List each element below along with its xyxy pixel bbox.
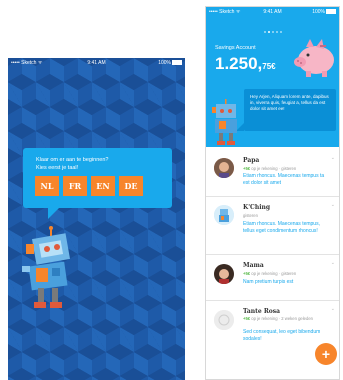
contact-name: Tante Rosa (243, 308, 281, 315)
robot-mascot-icon (22, 226, 70, 308)
language-select-screen: ••••• Sketch ᯤ 9:41 AM 100% Klaar om er … (8, 58, 185, 380)
list-item[interactable]: Papa +5€ op je rekening · gisteren Etiam… (206, 147, 339, 197)
page-dot (275, 31, 278, 33)
bubble-tail (48, 207, 60, 219)
page-dot (263, 31, 266, 33)
avatar (214, 310, 234, 330)
list-item[interactable]: Mama +5€ op je rekening · gisteren Nam p… (206, 254, 339, 301)
add-button[interactable]: + (315, 343, 337, 365)
balance-amount: 1.250,75€ (215, 54, 276, 74)
language-button-de[interactable]: DE (119, 176, 143, 196)
contact-name: K'Ching (243, 204, 271, 211)
contact-message: Sed consequat, leo eget bibendum sodales… (243, 329, 321, 342)
avatar (214, 205, 234, 225)
contact-meta: +5€ op je rekening · gisteren (243, 166, 297, 171)
savings-account-label: Savings Account (215, 45, 256, 51)
page-dot (279, 31, 282, 33)
contact-message: Etiam rhoncus. Maecenas tempus ta est do… (243, 173, 325, 186)
piggy-bank-icon (294, 39, 334, 77)
person-avatar-icon (214, 158, 234, 178)
balance-main: 1.250, (215, 54, 263, 73)
status-bar: ••••• Sketch ᯤ 9:41 AM 100% (206, 7, 339, 17)
robot-mascot-icon (212, 99, 237, 145)
battery-label: 100% (158, 60, 182, 66)
avatar (214, 264, 234, 284)
contact-message: Etiam rhoncus. Maecenas tempus, tellus e… (243, 221, 320, 234)
status-bar: ••••• Sketch ᯤ 9:41 AM 100% (8, 58, 185, 68)
balance-cents: 75€ (262, 62, 276, 71)
battery-label: 100% (312, 9, 336, 15)
battery-icon (326, 9, 336, 15)
battery-icon (172, 60, 182, 66)
prompt-line-1: Klaar om er aan te beginnen? (36, 157, 109, 163)
chevron-down-icon[interactable]: ⌄ (331, 202, 335, 208)
chevron-down-icon[interactable]: ⌄ (331, 155, 335, 161)
savings-account-screen: ••••• Sketch ᯤ 9:41 AM 100% Savings Acco… (205, 6, 340, 380)
avatar (214, 158, 234, 178)
prompt-text: Klaar om er aan te beginnen? Kies eerst … (36, 156, 108, 172)
robot-message-text: Hey Arjen, Aliquam lorem ante, dapibus i… (250, 94, 329, 112)
placeholder-avatar-icon (214, 310, 234, 330)
robot-avatar-icon (214, 205, 234, 225)
contact-meta: +5€ op je rekening · 2 weken geleden (243, 316, 313, 321)
language-button-fr[interactable]: FR (63, 176, 87, 196)
robot-message-bubble: Hey Arjen, Aliquam lorem ante, dapibus i… (244, 89, 336, 131)
contact-message: Nam pretium turpis est (243, 279, 294, 285)
chevron-down-icon[interactable]: ⌄ (331, 260, 335, 266)
prompt-line-2: Kies eerst je taal! (36, 165, 79, 171)
contact-name: Mama (243, 262, 264, 269)
contact-meta: +5€ op je rekening · gisteren (243, 271, 297, 276)
language-button-en[interactable]: EN (91, 176, 115, 196)
page-dot-active (267, 31, 270, 33)
contact-meta: gisteren (243, 213, 258, 218)
language-button-nl[interactable]: NL (35, 176, 59, 196)
language-prompt-bubble: Klaar om er aan te beginnen? Kies eerst … (23, 148, 172, 208)
account-header: ••••• Sketch ᯤ 9:41 AM 100% Savings Acco… (206, 7, 339, 147)
language-buttons: NL FR EN DE (35, 176, 143, 196)
page-indicator[interactable] (206, 20, 339, 38)
list-item[interactable]: K'Ching gisteren Etiam rhoncus. Maecenas… (206, 196, 339, 255)
chevron-down-icon[interactable]: ⌄ (331, 306, 335, 312)
person-avatar-icon (214, 264, 234, 284)
page-dot (271, 31, 274, 33)
contact-name: Papa (243, 157, 260, 164)
